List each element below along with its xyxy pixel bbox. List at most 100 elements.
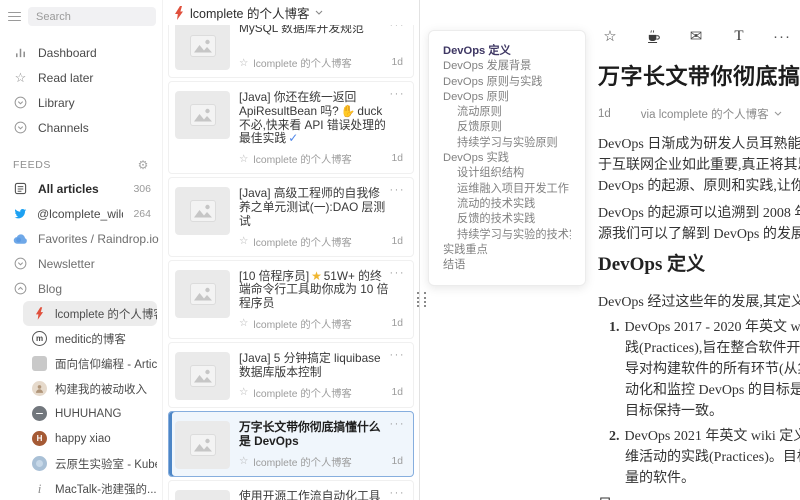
favorite-star-icon[interactable]: ☆ [239,153,248,165]
sidebar-item-label: Blog [38,282,62,296]
sidebar-item-newsletter[interactable]: Newsletter [0,251,162,276]
favorite-star-icon[interactable]: ☆ [239,317,248,329]
article-title: 使用开源工作流自动化工具 n8n 打造个人助理 [239,490,406,500]
toc-item[interactable]: DevOps 原则 [443,90,571,105]
cloud-icon [13,233,28,245]
toc-item[interactable]: 运维融入项目开发工作 [443,182,571,197]
more-options-icon[interactable]: ··· [390,418,406,430]
toc-item[interactable]: 结语 [443,258,571,273]
toc-item[interactable]: 流动原则 [443,105,571,120]
article-card[interactable]: [Java] 高级工程师的自我修养之单元测试(一):DAO 层测试 ☆ lcom… [168,177,414,256]
ordered-list-item: 1.DevOps 2017 - 2020 年英文 wiki 定义 践(Pract… [598,317,800,422]
more-options-icon[interactable]: ··· [390,88,406,100]
sidebar-feed-meditic[interactable]: m meditic的博客 [23,326,157,351]
star-icon: ☆ [13,71,28,84]
favorite-star-icon[interactable]: ☆ [239,57,248,69]
sidebar-item-twitter-feed[interactable]: @lcomplete_wild (Twitt... 264 [0,201,162,226]
more-options-icon[interactable]: ··· [390,184,406,196]
thumbnail-placeholder-icon [175,25,230,70]
feed-avatar: H [32,431,47,446]
more-options-icon[interactable]: ··· [390,349,406,361]
article-source[interactable]: via lcomplete 的个人博客 [641,106,782,122]
more-options-icon[interactable]: ··· [390,25,406,31]
paragraph: 另: [598,495,800,500]
email-icon[interactable]: ✉ [688,28,704,44]
article-card[interactable]: MySQL 数据库开发规范 ☆ lcomplete 的个人博客 1d ··· [168,25,414,78]
sidebar-item-dashboard[interactable]: Dashboard [0,40,162,65]
sidebar-item-read-later[interactable]: ☆ Read later [0,65,162,90]
article-title: [Java] 5 分钟搞定 liquibase 数据库版本控制 [239,352,406,380]
star-icon[interactable]: ☆ [602,28,618,44]
sidebar-feed-beidongshouru[interactable]: 构建我的被动收入 [23,376,157,401]
toc-item[interactable]: DevOps 定义 [443,44,571,59]
feed-avatar [32,406,47,421]
toc-item[interactable]: 设计组织结构 [443,166,571,181]
feed-label: 云原生实验室 - Kube... [55,456,157,472]
article-card-selected[interactable]: 万字长文带你彻底搞懂什么是 DevOps ☆ lcomplete 的个人博客 1… [168,411,414,477]
feed-name: lcomplete 的个人博客 [253,385,351,400]
toc-item[interactable]: DevOps 实践 [443,151,571,166]
more-options-icon[interactable]: ··· [774,28,790,44]
article-card[interactable]: 使用开源工作流自动化工具 n8n 打造个人助理 ☆ lcomplete 的个人博… [168,480,414,500]
toc-item[interactable]: 持续学习与实验的技术实践 [443,228,571,243]
article-card[interactable]: [Java] 5 分钟搞定 liquibase 数据库版本控制 ☆ lcompl… [168,342,414,408]
sidebar-item-label: All articles [38,182,99,196]
article-card[interactable]: [Java] 你还在统一返回 ApiResultBean 吗?✋duck 不必,… [168,81,414,174]
favorite-star-icon[interactable]: ☆ [239,455,248,467]
feed-label: MacTalk-池建强的... [55,481,157,497]
coffee-cup-icon[interactable] [645,28,661,44]
toc-item[interactable]: DevOps 原则与实践 [443,75,571,90]
more-options-icon[interactable]: ··· [390,267,406,279]
thumbnail-placeholder-icon [175,421,230,469]
toc-item[interactable]: 流动的技术实践 [443,197,571,212]
feeds-label: FEEDS [13,159,51,171]
sidebar-item-raindrop[interactable]: Favorites / Raindrop.io [0,226,162,251]
sidebar-feed-mianxiang[interactable]: 面向信仰编程 - Artic... [23,351,157,376]
feed-avatar: m [32,331,47,346]
typography-icon[interactable]: T [731,28,747,44]
toc-item[interactable]: 反馈原则 [443,120,571,135]
article-age: 1d [392,456,406,467]
toc-item[interactable]: 实践重点 [443,243,571,258]
sidebar-menu: Dashboard ☆ Read later Library Channels [0,40,162,140]
more-options-icon[interactable]: ··· [390,487,406,499]
sidebar-feed-yunyuansheng[interactable]: 云原生实验室 - Kube... [23,451,157,476]
sidebar-feed-huhuhang[interactable]: HUHUHANG [23,401,157,426]
toc-panel: DevOps 定义 DevOps 发展背景 DevOps 原则与实践 DevOp… [428,30,586,286]
sidebar-item-blog[interactable]: Blog [0,276,162,301]
sidebar-item-library[interactable]: Library [0,90,162,115]
chevron-down-icon [774,111,782,116]
feeds-section-header: FEEDS ⚙ [0,154,162,176]
article-age: 1d [392,318,406,329]
toc-item[interactable]: 反馈的技术实践 [443,212,571,227]
feed-name: lcomplete 的个人博客 [253,55,351,70]
article-title: 万字长文带你彻底搞懂什么是 DevOps [239,421,406,449]
feed-name: lcomplete 的个人博客 [253,234,351,249]
sidebar-item-channels[interactable]: Channels [0,115,162,140]
toc-item[interactable]: DevOps 发展背景 [443,59,571,74]
feed-label: lcomplete 的个人博客 [55,306,157,322]
bar-chart-icon [13,46,28,59]
sidebar-item-label: Dashboard [38,46,97,60]
sidebar-feed-happy-xiao[interactable]: H happy xiao [23,426,157,451]
article-page-title: 万字长文带你彻底搞懂什么是 DevOps [598,59,800,91]
all-articles-icon [13,182,28,195]
sidebar-feed-lcomplete-blog[interactable]: lcomplete 的个人博客 [23,301,157,326]
feed-name: lcomplete 的个人博客 [253,316,351,331]
section-heading: DevOps 定义 [598,254,800,276]
sidebar-item-all-articles[interactable]: All articles 306 [0,176,162,201]
article-card[interactable]: [10 倍程序员]★51W+ 的终端命令行工具助你成为 10 倍程序员 ☆ lc… [168,260,414,339]
pane-resize-handle[interactable] [417,292,426,307]
chevron-circle-down-icon [13,121,28,134]
favorite-star-icon[interactable]: ☆ [239,386,248,398]
sidebar-feed-mactalk[interactable]: i MacTalk-池建强的... [23,476,157,500]
hamburger-menu-icon[interactable] [8,12,21,22]
search-input[interactable] [28,7,156,26]
toc-item[interactable]: 持续学习与实验原则 [443,136,571,151]
reader-app: Dashboard ☆ Read later Library Channels … [0,0,800,500]
chevron-down-icon[interactable] [315,10,323,15]
list-header[interactable]: lcomplete 的个人博客 [163,0,419,25]
article-title: [10 倍程序员]★51W+ 的终端命令行工具助你成为 10 倍程序员 [239,270,406,311]
gear-icon[interactable]: ⚙ [138,158,149,172]
favorite-star-icon[interactable]: ☆ [239,235,248,247]
